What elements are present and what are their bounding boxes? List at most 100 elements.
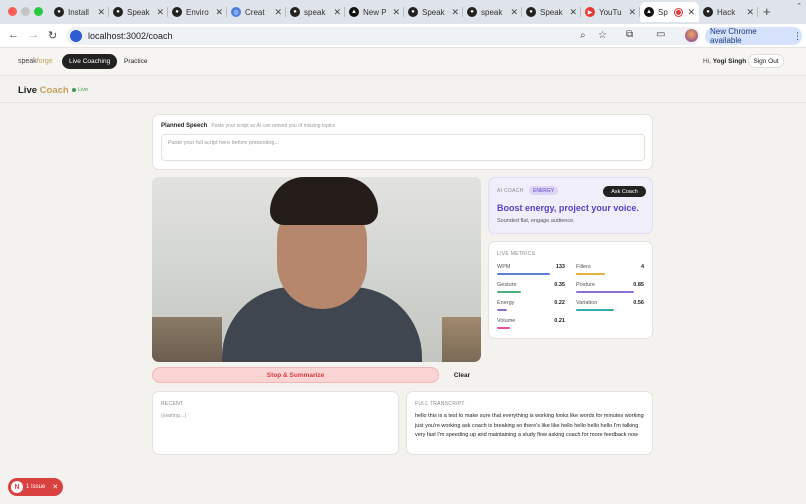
metric-name: WPM <box>497 264 511 270</box>
metric-bar-track <box>497 327 565 329</box>
browser-tab[interactable]: ● speak ✕ <box>463 2 522 22</box>
stop-summarize-button[interactable]: Stop & Summarize <box>152 367 439 383</box>
browser-tab[interactable]: ● Speak ✕ <box>404 2 463 22</box>
new-chrome-button[interactable]: New Chrome available ⋮ <box>705 27 802 45</box>
metric-name: Variation <box>576 300 598 306</box>
recent-label: RECENT <box>161 401 184 407</box>
browser-tab[interactable]: ● speak ✕ <box>286 2 345 22</box>
extensions-icon[interactable]: ⧉ <box>626 29 633 40</box>
browser-tab[interactable]: ◎ Creat ✕ <box>227 2 286 22</box>
tab-cast-icon[interactable]: ▭ <box>656 29 665 40</box>
metric-value: 4 <box>640 264 644 270</box>
planned-speech-title: Planned Speech Paste your script so AI ca… <box>161 123 335 129</box>
github-icon: ● <box>703 7 713 17</box>
coach-subtext: Sounded flat, engage audience. <box>497 218 575 224</box>
metric-wpm: WPM 133 <box>497 264 565 278</box>
tab-close-icon[interactable]: ✕ <box>451 7 459 18</box>
planned-speech-card: Planned Speech Paste your script so AI ca… <box>152 114 653 170</box>
back-icon[interactable]: ← <box>8 29 19 41</box>
metric-bar-fill <box>497 327 510 329</box>
metric-bar-track <box>497 273 565 275</box>
minimize-window-button[interactable] <box>21 7 30 16</box>
tab-close-icon[interactable]: ✕ <box>746 7 754 18</box>
tab-close-icon[interactable]: ✕ <box>628 7 636 18</box>
tab-close-icon[interactable]: ✕ <box>687 7 695 18</box>
metric-value: 133 <box>555 264 565 270</box>
recent-panel: RECENT (waiting...) <box>152 391 399 455</box>
live-badge-text: Live <box>78 87 89 93</box>
tab-label: speak <box>481 7 503 17</box>
nextjs-logo-icon: N <box>11 481 23 493</box>
close-window-button[interactable] <box>8 7 17 16</box>
browser-tab[interactable]: ● Hack ✕ <box>699 2 758 22</box>
tab-label: Creat <box>245 7 265 17</box>
tab-close-icon[interactable]: ✕ <box>97 7 105 18</box>
tab-close-icon[interactable]: ✕ <box>392 7 400 18</box>
tab-label: Speak <box>422 7 445 17</box>
vercel-icon: ▲ <box>644 7 654 17</box>
ask-coach-button[interactable]: Ask Coach <box>603 186 646 197</box>
metric-bar-track <box>576 273 644 275</box>
tab-search-icon[interactable]: ⌃ <box>796 2 802 10</box>
live-dot-icon <box>72 88 76 92</box>
tab-close-icon[interactable]: ✕ <box>510 7 518 18</box>
github-icon: ● <box>467 7 477 17</box>
browser-tab[interactable]: ▲ Sp ✕ <box>640 2 699 22</box>
clear-button[interactable]: Clear <box>446 367 478 383</box>
metric-name: Gesture <box>497 282 517 288</box>
bookmark-star-icon[interactable]: ☆ <box>598 30 607 41</box>
browser-tab[interactable]: ● Install ✕ <box>50 2 109 22</box>
site-info-icon[interactable] <box>70 30 82 42</box>
sign-out-button[interactable]: Sign Out <box>748 54 784 68</box>
coach-headline: Boost energy, project your voice. <box>497 203 639 213</box>
browser-tab[interactable]: ● Enviro ✕ <box>168 2 227 22</box>
tab-strip: ● Install ✕ ● Speak ✕ ● Enviro ✕ ◎ Creat ✕ ● speak ✕ ▲ N… <box>50 2 758 22</box>
menu-dots-icon[interactable]: ⋮ <box>793 31 802 42</box>
metric-energy: Energy 0.22 <box>497 300 565 314</box>
address-bar[interactable]: localhost:3002/coach ⌕ ☆ <box>66 27 700 45</box>
tab-label: speak <box>304 7 326 17</box>
metric-bar-track <box>576 309 644 311</box>
profile-avatar[interactable] <box>685 29 698 42</box>
tab-close-icon[interactable]: ✕ <box>274 7 282 18</box>
github-icon: ● <box>172 7 182 17</box>
metric-value: 0.35 <box>554 282 565 288</box>
close-icon[interactable]: ✕ <box>52 483 58 491</box>
live-metrics-card: LIVE METRICS WPM 133 Fillers 4 Gesture 0.35 Po… <box>488 241 653 339</box>
webcam-video <box>152 177 481 362</box>
tab-close-icon[interactable]: ✕ <box>215 7 223 18</box>
metric-bar-fill <box>576 309 615 311</box>
zoom-icon[interactable]: ⌕ <box>580 30 586 41</box>
tab-label: Sp <box>658 7 668 17</box>
forward-icon[interactable]: → <box>28 29 39 41</box>
github-icon: ● <box>290 7 300 17</box>
nav-live-coaching[interactable]: Live Coaching <box>62 54 118 69</box>
tab-label: Install <box>68 7 89 17</box>
browser-tab[interactable]: ▶ YouTu ✕ <box>581 2 640 22</box>
browser-tab[interactable]: ● Speak ✕ <box>522 2 581 22</box>
browser-tab[interactable]: ● Speak ✕ <box>109 2 168 22</box>
tab-close-icon[interactable]: ✕ <box>333 7 341 18</box>
nav-practice[interactable]: Practice <box>124 58 147 65</box>
metric-bar-fill <box>497 309 508 311</box>
browser-toolbar: ← → ↻ localhost:3002/coach ⌕ ☆ ⧉ ▭ New C… <box>0 24 806 48</box>
github-icon: ● <box>113 7 123 17</box>
tab-close-icon[interactable]: ✕ <box>569 7 577 18</box>
tab-label: Speak <box>127 7 150 17</box>
metric-value: 0.56 <box>633 300 644 306</box>
tab-close-icon[interactable]: ✕ <box>156 7 164 18</box>
metric-posture: Posture 0.85 <box>576 282 644 296</box>
brand-logo[interactable]: speakforge <box>18 58 53 65</box>
tab-label: YouTu <box>599 7 622 17</box>
reload-icon[interactable]: ↻ <box>48 29 57 42</box>
dev-issues-badge[interactable]: N 1 Issue ✕ <box>8 478 63 496</box>
metric-variation: Variation 0.56 <box>576 300 644 314</box>
script-input[interactable] <box>161 134 645 161</box>
transcript-panel: FULL TRANSCRIPT hello this is a test to … <box>406 391 653 455</box>
metric-bar-track <box>576 291 644 293</box>
transcript-label: FULL TRANSCRIPT <box>415 401 465 407</box>
zoom-window-button[interactable] <box>34 7 43 16</box>
browser-tab[interactable]: ▲ New P ✕ <box>345 2 404 22</box>
tab-separator <box>757 7 758 17</box>
new-tab-icon[interactable]: + <box>763 4 771 19</box>
